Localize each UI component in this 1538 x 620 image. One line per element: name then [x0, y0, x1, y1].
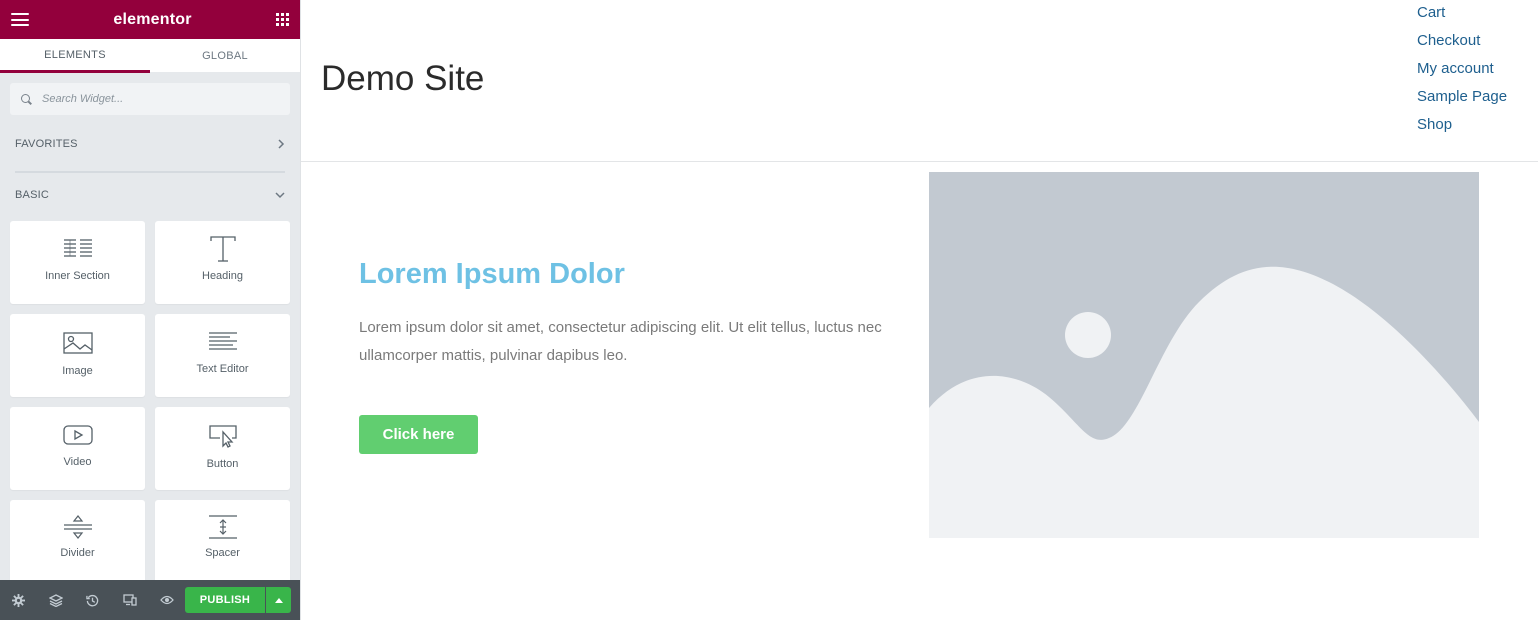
tab-global[interactable]: GLOBAL	[150, 39, 300, 73]
header-divider	[301, 161, 1538, 162]
nav-link-shop[interactable]: Shop	[1417, 113, 1507, 141]
widget-label: Text Editor	[196, 363, 249, 375]
site-navigation: Cart Checkout My account Sample Page Sho…	[1417, 1, 1507, 141]
widget-spacer[interactable]: Spacer	[155, 500, 290, 583]
widgets-grid-icon[interactable]	[276, 13, 289, 26]
menu-icon[interactable]	[11, 13, 29, 26]
publish-button[interactable]: PUBLISH	[185, 587, 265, 613]
responsive-icon	[122, 594, 137, 606]
hero-text[interactable]: Lorem ipsum dolor sit amet, consectetur …	[359, 314, 904, 370]
publish-options-button[interactable]	[266, 587, 291, 613]
widget-divider[interactable]: Divider	[10, 500, 145, 583]
button-icon	[208, 425, 237, 448]
preview-changes-button[interactable]	[148, 580, 185, 620]
category-divider	[15, 171, 285, 173]
image-icon	[62, 332, 93, 354]
heading-icon	[209, 236, 236, 262]
placeholder-image[interactable]	[929, 172, 1479, 538]
nav-link-cart[interactable]: Cart	[1417, 1, 1507, 29]
chevron-down-icon	[275, 192, 285, 199]
widget-inner-section[interactable]: Inner Section	[10, 221, 145, 304]
widget-label: Spacer	[205, 547, 240, 559]
nav-link-sample-page[interactable]: Sample Page	[1417, 85, 1507, 113]
panel-footer: PUBLISH	[0, 580, 300, 620]
tab-elements[interactable]: ELEMENTS	[0, 39, 150, 73]
panel-header: elementor	[0, 0, 300, 39]
nav-link-checkout[interactable]: Checkout	[1417, 29, 1507, 57]
widget-label: Image	[62, 365, 93, 377]
widget-label: Button	[206, 458, 239, 470]
elementor-panel: elementor ELEMENTS GLOBAL FAVORITES BASI…	[0, 0, 300, 620]
navigator-icon	[48, 593, 63, 607]
widget-text-editor[interactable]: Text Editor	[155, 314, 290, 397]
search-widget-input[interactable]	[40, 92, 270, 106]
video-icon	[62, 425, 93, 445]
text-editor-icon	[208, 332, 237, 350]
history-button[interactable]	[74, 580, 111, 620]
settings-icon	[12, 593, 25, 607]
search-icon	[21, 93, 32, 105]
site-preview: Demo Site Cart Checkout My account Sampl…	[300, 0, 1538, 620]
inner-section-icon	[63, 239, 92, 257]
navigator-button[interactable]	[37, 580, 74, 620]
widget-heading[interactable]: Heading	[155, 221, 290, 304]
widget-label: Divider	[60, 547, 95, 559]
widget-image[interactable]: Image	[10, 314, 145, 397]
widget-label: Inner Section	[45, 270, 110, 282]
widget-video[interactable]: Video	[10, 407, 145, 490]
category-label: BASIC	[15, 189, 50, 201]
widget-grid: Inner Section Heading Image Text Editor …	[10, 221, 290, 583]
hero-button[interactable]: Click here	[359, 415, 478, 454]
category-basic[interactable]: BASIC	[15, 185, 285, 205]
elementor-logo: elementor	[113, 10, 192, 28]
category-label: FAVORITES	[15, 138, 78, 150]
chevron-right-icon	[278, 139, 285, 149]
spacer-icon	[208, 515, 237, 539]
history-icon	[86, 594, 99, 606]
divider-icon	[63, 515, 92, 539]
panel-tabs: ELEMENTS GLOBAL	[0, 39, 300, 73]
preview-icon	[159, 595, 174, 605]
responsive-mode-button[interactable]	[111, 580, 148, 620]
widget-button[interactable]: Button	[155, 407, 290, 490]
widget-label: Video	[63, 456, 92, 468]
hero-heading[interactable]: Lorem Ipsum Dolor	[359, 258, 625, 291]
category-favorites[interactable]: FAVORITES	[15, 134, 285, 154]
settings-button[interactable]	[0, 580, 37, 620]
site-title[interactable]: Demo Site	[321, 59, 484, 99]
search-widget-box	[10, 83, 290, 115]
nav-link-my-account[interactable]: My account	[1417, 57, 1507, 85]
widget-label: Heading	[202, 270, 243, 282]
